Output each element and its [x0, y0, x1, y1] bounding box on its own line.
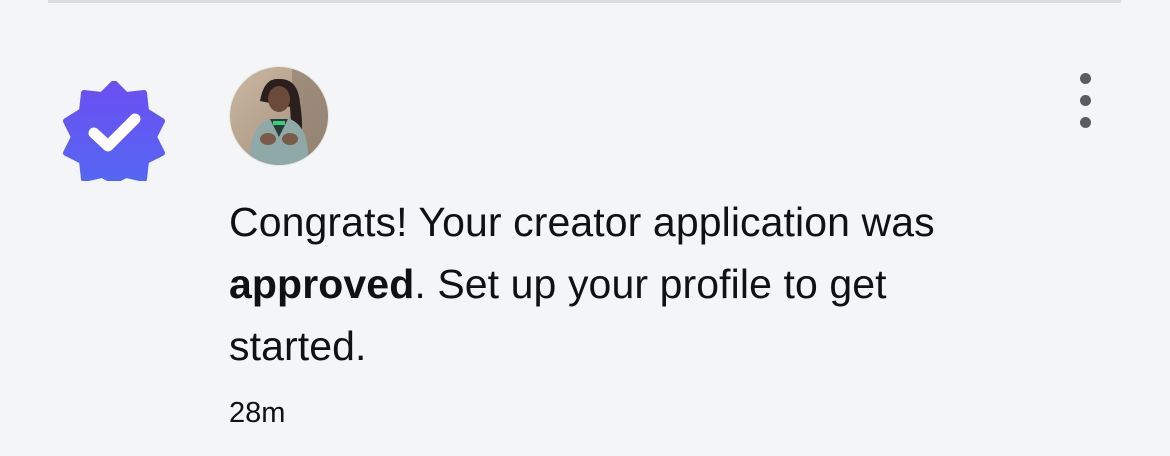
notification-item[interactable]: Congrats! Your creator application was a…: [0, 3, 1170, 456]
notification-message: Congrats! Your creator application was a…: [229, 191, 1009, 377]
ellipsis-dot: [1080, 117, 1091, 128]
ellipsis-dot: [1080, 95, 1091, 106]
message-bold-text: approved: [229, 261, 415, 307]
verified-badge-icon: [62, 81, 166, 181]
notification-timestamp: 28m: [229, 397, 286, 429]
avatar[interactable]: [230, 67, 328, 165]
message-text: Congrats! Your creator application was: [229, 199, 935, 245]
vertical-ellipsis-icon: [1080, 73, 1091, 84]
more-options-button[interactable]: [1064, 67, 1108, 135]
